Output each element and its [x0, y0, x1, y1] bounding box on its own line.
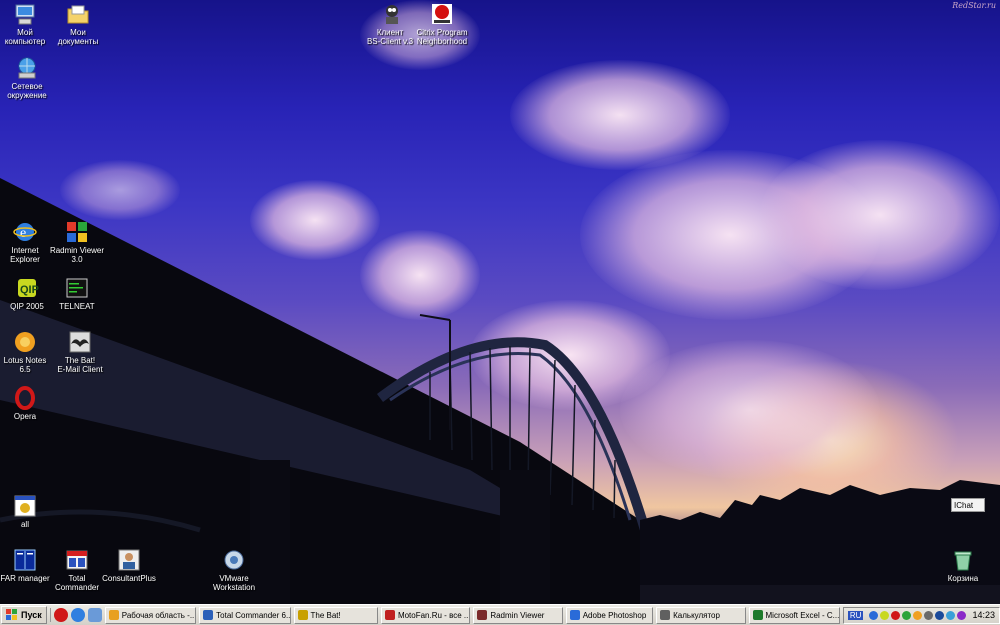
windows-logo-icon [6, 609, 17, 620]
tray-icon[interactable] [913, 610, 923, 620]
recycle-bin-icon [951, 548, 975, 572]
language-indicator[interactable]: RU [847, 610, 864, 620]
task-button[interactable]: The Bat! [293, 606, 378, 624]
start-button[interactable]: Пуск [1, 606, 47, 624]
task-button[interactable]: Рабочая область -... [104, 606, 197, 624]
task-button[interactable]: Microsoft Excel - C... [748, 606, 840, 624]
far-manager-icon [13, 548, 37, 572]
desktop-icon-lotus-notes[interactable]: Lotus Notes 6.5 [0, 330, 55, 374]
desktop-icon-bs-client[interactable]: Клиент BS-Client v.3 [360, 2, 420, 46]
desktop-icon-recycle-bin[interactable]: Корзина [933, 548, 993, 583]
bs-client-icon [378, 2, 402, 26]
radmin-viewer-icon [65, 220, 89, 244]
opera-icon [13, 386, 37, 410]
tray-icon[interactable] [946, 610, 956, 620]
task-icon [477, 610, 488, 620]
tray-icon[interactable] [869, 610, 879, 620]
my-computer-icon [13, 2, 37, 26]
task-icon [108, 610, 119, 620]
task-icon [752, 610, 763, 620]
telneat-icon [65, 276, 89, 300]
desktop-icon-the-bat[interactable]: The Bat! E-Mail Client [50, 330, 110, 374]
consultantplus-icon [117, 548, 141, 572]
bridge-silhouette [0, 178, 1000, 604]
opera-quicklaunch-icon[interactable] [53, 608, 68, 622]
lotus-notes-icon [13, 330, 37, 354]
task-icon [203, 610, 214, 620]
tray-icon[interactable] [902, 610, 912, 620]
desktop-icon-network[interactable]: Сетевое окружение [0, 56, 57, 100]
qip-icon: QIP [15, 276, 39, 300]
internet-explorer-icon: e [13, 220, 37, 244]
system-tray: RU 14:23 [842, 606, 1000, 624]
citrix-icon [430, 2, 454, 26]
show-desktop-icon[interactable] [87, 608, 102, 622]
start-label: Пуск [21, 610, 42, 620]
desktop-icon-vmware[interactable]: VMware Workstation [204, 548, 264, 592]
desktop-icon-telneat[interactable]: TELNEAT [47, 276, 107, 311]
desktop-icon-radmin-viewer[interactable]: Radmin Viewer 3.0 [47, 220, 107, 264]
task-button[interactable]: Total Commander 6... [199, 606, 291, 624]
tray-icon[interactable] [891, 610, 901, 620]
tray-icon[interactable] [935, 610, 945, 620]
task-icon [569, 610, 580, 620]
chat-popup[interactable]: IChat [951, 498, 985, 512]
quick-launch [49, 608, 102, 622]
task-icon [660, 610, 671, 620]
task-button[interactable]: Калькулятор [656, 606, 746, 624]
watermark: RedStar.ru [952, 1, 996, 10]
desktop-icon-citrix[interactable]: Citrix Program Neighborhood [412, 2, 472, 46]
desktop-icon-my-computer[interactable]: Мой компьютер [0, 2, 55, 46]
desktop-icon-consultantplus[interactable]: ConsultantPlus [99, 548, 159, 583]
task-button[interactable]: Adobe Photoshop [565, 606, 654, 624]
my-documents-icon [66, 2, 90, 26]
desktop-icon-my-documents[interactable]: Мои документы [48, 2, 108, 46]
desktop-icon-total-commander[interactable]: Total Commander [47, 548, 107, 592]
desktop-icon-opera[interactable]: Opera [0, 386, 55, 421]
task-button[interactable]: Radmin Viewer [473, 606, 563, 624]
task-button[interactable]: MotoFan.Ru - все ... [380, 606, 471, 624]
desktop-icon-all[interactable]: all [0, 494, 55, 529]
the-bat-icon [68, 330, 92, 354]
tray-icon[interactable] [880, 610, 890, 620]
task-icon [384, 610, 395, 620]
all-icon [13, 494, 37, 518]
desktop: RedStar.ru Мой компьютер Мои документы С… [0, 0, 1000, 604]
taskbar: Пуск Рабочая область -... Total Commande… [0, 604, 1000, 625]
clock[interactable]: 14:23 [972, 610, 995, 620]
total-commander-icon [65, 548, 89, 572]
svg-text:QIP: QIP [20, 284, 39, 296]
network-icon [15, 56, 39, 80]
vmware-icon [222, 548, 246, 572]
ie-quicklaunch-icon[interactable] [70, 608, 85, 622]
tray-icon[interactable] [957, 610, 967, 620]
tray-icon[interactable] [924, 610, 934, 620]
task-icon [297, 610, 308, 620]
